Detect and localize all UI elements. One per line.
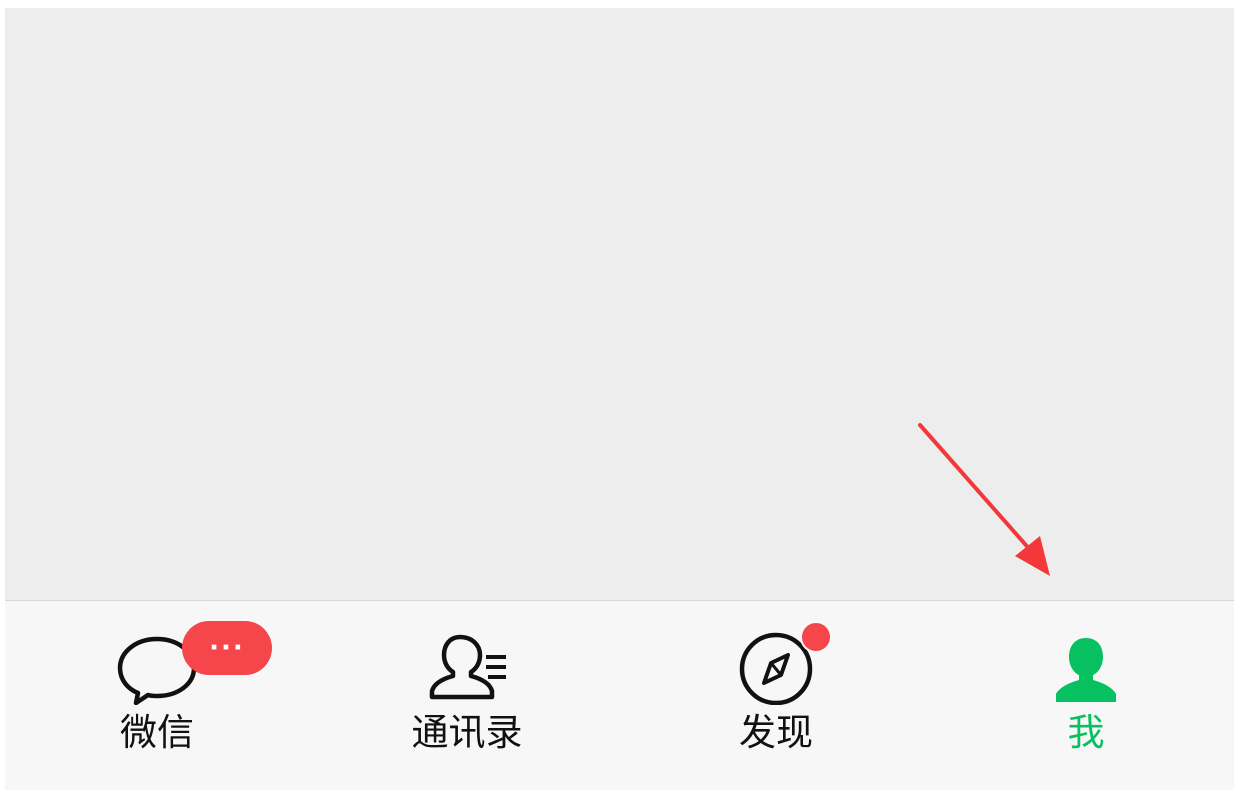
contacts-icon bbox=[422, 625, 512, 705]
tab-me[interactable]: 我 bbox=[986, 601, 1186, 790]
tab-chats[interactable]: ··· 微信 bbox=[57, 601, 272, 790]
new-content-dot bbox=[800, 621, 832, 653]
unread-badge: ··· bbox=[182, 621, 272, 675]
bottom-tab-bar: ··· 微信 通讯录 发现 我 bbox=[5, 600, 1234, 790]
tab-discover[interactable]: 发现 bbox=[676, 601, 876, 790]
content-area bbox=[5, 8, 1234, 600]
tab-contacts[interactable]: 通讯录 bbox=[367, 601, 567, 790]
tab-label-me: 我 bbox=[1067, 711, 1105, 754]
tab-label-contacts: 通讯录 bbox=[411, 711, 523, 754]
tab-label-chats: 微信 bbox=[120, 711, 194, 754]
person-icon bbox=[1041, 625, 1131, 705]
tab-label-discover: 发现 bbox=[739, 711, 813, 754]
app-screen: ··· 微信 通讯录 发现 我 bbox=[5, 8, 1234, 790]
